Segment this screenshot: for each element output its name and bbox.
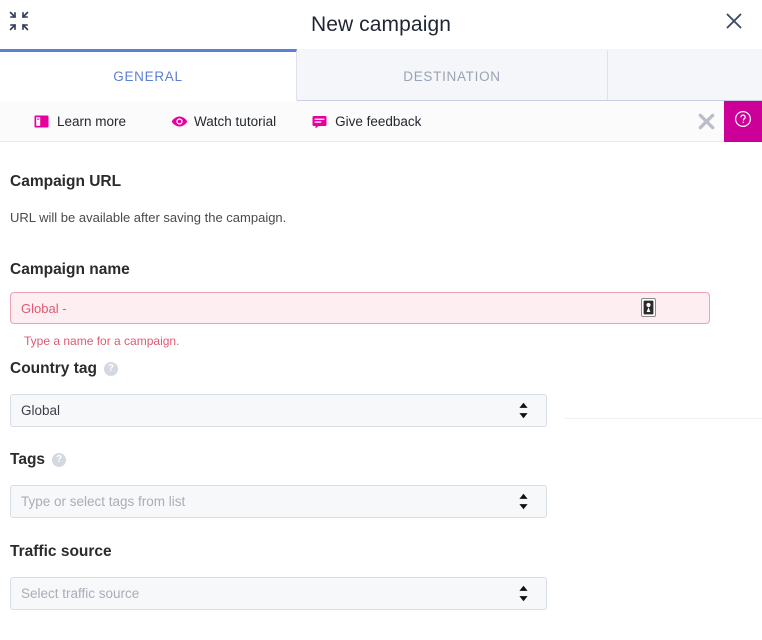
tags-select[interactable]: Type or select tags from list: [10, 485, 547, 518]
traffic-source-select-wrap: Select traffic source: [10, 577, 547, 610]
collapse-arrows-icon[interactable]: [8, 10, 30, 32]
country-tag-label-text: Country tag: [10, 360, 97, 378]
traffic-source-placeholder: Select traffic source: [21, 586, 139, 601]
campaign-url-section: Campaign URL URL will be available after…: [10, 173, 762, 225]
helper-bar: Learn more Watch tutorial Give feedback: [0, 101, 762, 142]
helper-bar-actions: [688, 101, 762, 142]
traffic-source-select[interactable]: Select traffic source: [10, 577, 547, 610]
campaign-name-input-wrap: [10, 292, 710, 324]
tab-bar: GENERAL DESTINATION: [0, 49, 762, 101]
speech-bubble-icon: [312, 114, 327, 129]
window-titlebar: New campaign: [0, 0, 762, 49]
eye-play-icon: [171, 114, 186, 129]
country-tag-help-icon[interactable]: ?: [104, 362, 118, 376]
tab-destination-label: DESTINATION: [403, 69, 500, 84]
tags-help-icon[interactable]: ?: [52, 453, 66, 467]
tags-select-wrap: Type or select tags from list: [10, 485, 547, 518]
learn-more-link[interactable]: Learn more: [34, 114, 126, 129]
traffic-source-label: Traffic source: [10, 543, 762, 561]
country-tag-section: Country tag ? Global: [10, 360, 762, 427]
campaign-url-title: Campaign URL: [10, 173, 762, 191]
tab-general[interactable]: GENERAL: [0, 49, 297, 101]
tab-destination[interactable]: DESTINATION: [297, 49, 608, 100]
tab-general-label: GENERAL: [113, 69, 182, 84]
give-feedback-label: Give feedback: [335, 114, 421, 129]
autofill-badge-icon[interactable]: [641, 298, 656, 317]
page-title: New campaign: [311, 13, 451, 37]
tags-label-text: Tags: [10, 451, 45, 469]
campaign-url-hint: URL will be available after saving the c…: [10, 210, 762, 225]
tags-section: Tags ? Type or select tags from list: [10, 451, 762, 518]
question-circle-icon: [734, 110, 752, 133]
country-tag-label: Country tag ?: [10, 360, 762, 378]
section-divider: [565, 418, 762, 419]
close-icon[interactable]: [722, 9, 746, 33]
country-tag-select[interactable]: Global: [10, 394, 547, 427]
campaign-name-input[interactable]: [10, 292, 710, 324]
watch-tutorial-link[interactable]: Watch tutorial: [171, 114, 276, 129]
campaign-name-label: Campaign name: [10, 261, 762, 279]
watch-tutorial-label: Watch tutorial: [194, 114, 276, 129]
traffic-source-section: Traffic source Select traffic source: [10, 543, 762, 610]
campaign-name-section: Campaign name Type a name for a campaign…: [10, 261, 762, 348]
country-tag-value: Global: [21, 403, 60, 418]
tags-placeholder: Type or select tags from list: [21, 494, 185, 509]
country-tag-select-wrap: Global: [10, 394, 547, 427]
learn-more-label: Learn more: [57, 114, 126, 129]
give-feedback-link[interactable]: Give feedback: [312, 114, 421, 129]
book-icon: [34, 114, 49, 129]
tags-label: Tags ?: [10, 451, 762, 469]
help-button[interactable]: [724, 101, 762, 142]
tab-empty[interactable]: [608, 49, 762, 100]
helper-close-icon[interactable]: [688, 101, 724, 142]
campaign-name-error: Type a name for a campaign.: [24, 334, 762, 348]
form-content: Campaign URL URL will be available after…: [0, 173, 762, 610]
